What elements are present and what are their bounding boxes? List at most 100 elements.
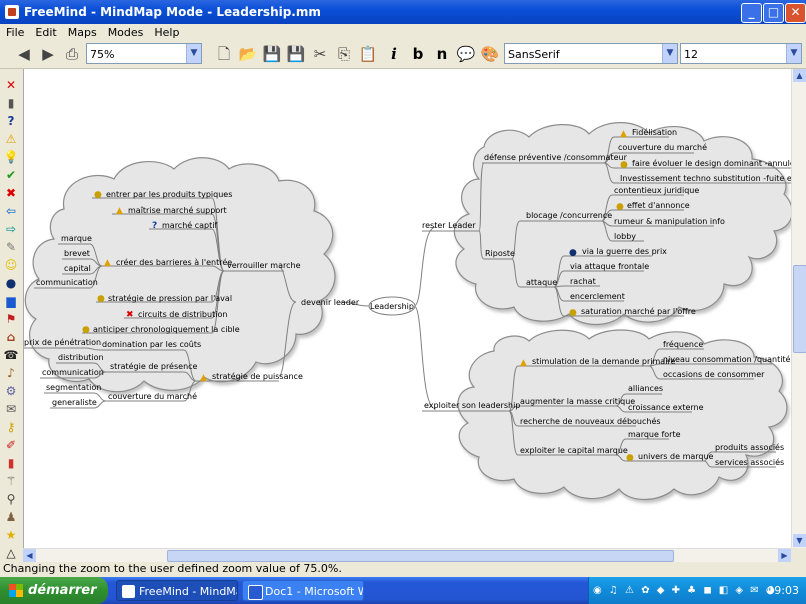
node-capital[interactable]: capital	[64, 264, 91, 273]
cross-icon[interactable]: ✖	[3, 185, 19, 201]
font-size-select[interactable]: 12 ▼	[680, 43, 802, 64]
node-entrer-produits[interactable]: entrer par les produits typiques	[106, 190, 232, 199]
idea-bulb-icon[interactable]: 💡	[3, 149, 19, 165]
node-strategie-presence[interactable]: stratégie de présence	[110, 361, 198, 371]
home-icon[interactable]: ⌂	[3, 329, 19, 345]
node-marque[interactable]: marque	[61, 234, 92, 243]
node-faire-evoluer[interactable]: faire évoluer le design dominant -annule…	[632, 158, 792, 168]
bold-button[interactable]: b	[408, 44, 428, 64]
menu-file[interactable]: File	[0, 24, 29, 39]
node-strategie-puissance[interactable]: stratégie de puissance	[212, 371, 303, 381]
node-frequence[interactable]: fréquence	[663, 339, 703, 349]
node-niveau-consommation[interactable]: niveau consommation /quantité	[663, 354, 791, 364]
wizard-icon[interactable]: ⚚	[3, 473, 19, 489]
back-icon[interactable]: ⇦	[3, 203, 19, 219]
node-prix-penetration[interactable]: prix de pénétration	[24, 337, 101, 347]
node-investissement[interactable]: Investissement techno substitution -fuit…	[620, 174, 792, 183]
node-defense-preventive[interactable]: défense préventive /consommateur	[484, 152, 628, 162]
save-as-icon[interactable]: 💾	[286, 44, 306, 64]
node-verrouiller-marche[interactable]: verrouiller marche	[227, 261, 301, 270]
node-communication-p[interactable]: communication	[42, 368, 104, 377]
remove-icon[interactable]: ✕	[3, 77, 19, 93]
node-stimulation[interactable]: stimulation de la demande primaire	[532, 357, 676, 366]
tray-icons[interactable]: ◉ ♫ ⚠ ✿ ◆ ✚ ♣ ◼ ◧ ◈ ✉ ◕	[593, 585, 777, 596]
node-produits-associes[interactable]: produits associés	[715, 442, 784, 452]
task-freemind[interactable]: FreeMind - MindMap ...	[116, 580, 238, 601]
node-rester-leader[interactable]: rester Leader	[422, 221, 476, 230]
node-marque-forte[interactable]: marque forte	[628, 430, 681, 439]
open-folder-icon[interactable]: 📂	[238, 44, 258, 64]
stop-icon[interactable]: ▮	[3, 455, 19, 471]
scroll-left-arrow-icon[interactable]: ◀	[23, 549, 36, 562]
node-attaque[interactable]: attaque	[526, 278, 557, 287]
node-effet-annonce[interactable]: effet d'annonce	[627, 201, 690, 210]
back-arrow-icon[interactable]: ◀	[14, 44, 34, 64]
person-icon[interactable]: ♟	[3, 509, 19, 525]
start-button[interactable]: démarrer	[0, 577, 108, 604]
menu-modes[interactable]: Modes	[102, 24, 149, 39]
paste-icon[interactable]: 📋	[358, 44, 378, 64]
node-circuits-distribution[interactable]: circuits de distribution	[138, 310, 227, 319]
horizontal-scrollbar[interactable]: ◀ ▶	[23, 548, 791, 562]
triangle-icon[interactable]: △	[3, 545, 19, 561]
node-riposte[interactable]: Riposte	[485, 249, 515, 258]
music-icon[interactable]: ♪	[3, 365, 19, 381]
node-barrieres[interactable]: créer des barrieres à l'entrée	[116, 257, 232, 267]
gear-icon[interactable]: ⚙	[3, 383, 19, 399]
node-blocage[interactable]: blocage /concurrence	[526, 211, 612, 220]
new-map-icon[interactable]: 🗋	[214, 44, 234, 64]
node-brevet[interactable]: brevet	[64, 249, 90, 258]
node-distribution[interactable]: distribution	[58, 353, 104, 362]
warning-icon[interactable]: ⚠	[3, 131, 19, 147]
task-word[interactable]: Doc1 - Microsoft Word	[242, 580, 364, 601]
normal-button[interactable]: n	[432, 44, 452, 64]
save-icon[interactable]: 💾	[262, 44, 282, 64]
check-icon[interactable]: ✔	[3, 167, 19, 183]
horizontal-scroll-thumb[interactable]	[167, 550, 674, 562]
chevron-down-icon[interactable]: ▼	[662, 44, 677, 63]
forward-arrow-icon[interactable]: ▶	[38, 44, 58, 64]
node-services-associes[interactable]: services associés	[715, 457, 784, 467]
node-rumeur[interactable]: rumeur & manipulation info	[614, 217, 725, 226]
speech-bubble-icon[interactable]: 💬	[456, 44, 476, 64]
node-exploiter-leadership[interactable]: exploiter son leadership	[424, 401, 520, 410]
node-univers-marque[interactable]: univers de marque	[638, 452, 714, 461]
node-maitrise-marche[interactable]: maîtrise marché support	[128, 205, 227, 215]
vertical-scrollbar[interactable]: ▲ ▼	[791, 69, 806, 548]
forward-icon[interactable]: ⇨	[3, 221, 19, 237]
print-icon[interactable]: ⎙	[62, 44, 82, 64]
menu-edit[interactable]: Edit	[29, 24, 61, 39]
bomb-icon[interactable]: ●	[3, 275, 19, 291]
node-recherche[interactable]: recherche de nouveaux débouchés	[520, 416, 661, 426]
node-couverture-gauche[interactable]: couverture du marché	[108, 391, 197, 401]
smiley-icon[interactable]: ☺	[3, 257, 19, 273]
node-domination-couts[interactable]: domination par les coûts	[102, 340, 201, 349]
node-masse-critique[interactable]: augmenter la masse critique	[520, 397, 635, 406]
node-communication-v[interactable]: communication	[36, 278, 98, 287]
key-icon[interactable]: ⚷	[3, 419, 19, 435]
attach-icon[interactable]: ✎	[3, 239, 19, 255]
trash-icon[interactable]: ▮	[3, 95, 19, 111]
italic-button[interactable]: i	[384, 44, 404, 64]
copy-icon[interactable]: ⎘	[334, 44, 354, 64]
maximize-button[interactable]: □	[763, 3, 784, 23]
node-segmentation[interactable]: segmentation	[46, 383, 101, 392]
node-occasions[interactable]: occasions de consommer	[663, 370, 765, 379]
chevron-down-icon[interactable]: ▼	[186, 44, 201, 63]
node-alliances[interactable]: alliances	[628, 384, 663, 393]
minimize-button[interactable]: _	[741, 3, 762, 23]
magnifier-icon[interactable]: ⚲	[3, 491, 19, 507]
book-icon[interactable]: ▆	[3, 293, 19, 309]
chevron-down-icon[interactable]: ▼	[786, 44, 801, 63]
node-croissance[interactable]: croissance externe	[628, 403, 704, 412]
node-devenir-leader[interactable]: devenir leader	[301, 298, 360, 307]
zoom-select[interactable]: 75% ▼	[86, 43, 202, 64]
node-generaliste[interactable]: generaliste	[52, 398, 97, 407]
node-contentieux[interactable]: contentieux juridique	[614, 186, 699, 195]
close-button[interactable]: ✕	[785, 3, 806, 23]
scroll-up-arrow-icon[interactable]: ▲	[793, 69, 806, 82]
node-attaque-frontale[interactable]: via attaque frontale	[570, 262, 649, 271]
node-fidelisation[interactable]: Fidélisation	[632, 127, 677, 137]
scroll-right-arrow-icon[interactable]: ▶	[778, 549, 791, 562]
cut-icon[interactable]: ✂	[310, 44, 330, 64]
